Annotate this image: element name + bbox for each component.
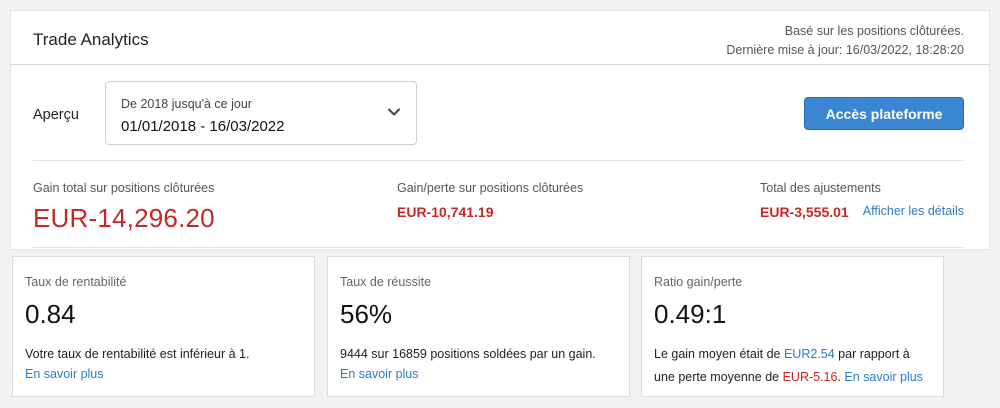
card-value: 56% xyxy=(340,299,393,329)
pl-value: EUR-10,741.19 xyxy=(397,204,494,220)
overview-label: Aperçu xyxy=(33,107,79,123)
card-label: Ratio gain/perte xyxy=(654,275,743,289)
update-meta: Basé sur les positions clôturées. Derniè… xyxy=(726,22,964,60)
card-description: Votre taux de rentabilité est inférieur … xyxy=(25,347,250,361)
card-value: 0.49:1 xyxy=(654,299,727,329)
platform-access-button[interactable]: Accès plateforme xyxy=(804,97,964,130)
profitability-card: Taux de rentabilité 0.84 Votre taux de r… xyxy=(12,256,315,397)
card-description: Le gain moyen était de EUR2.54 par rappo… xyxy=(654,343,944,389)
learn-more-link[interactable]: En savoir plus xyxy=(25,367,104,381)
card-label: Taux de rentabilité xyxy=(25,275,127,289)
card-description: 9444 sur 16859 positions soldées par un … xyxy=(340,347,596,361)
show-details-link[interactable]: Afficher les détails xyxy=(863,204,964,218)
page-title: Trade Analytics xyxy=(33,30,149,49)
card-value: 0.84 xyxy=(25,299,76,329)
divider xyxy=(33,160,964,161)
based-on-text: Basé sur les positions clôturées. xyxy=(784,24,964,38)
adjustments-value: EUR-3,555.01 xyxy=(760,204,849,220)
desc-text: une perte moyenne de xyxy=(654,370,783,384)
chevron-down-icon xyxy=(388,108,400,116)
learn-more-link[interactable]: En savoir plus xyxy=(844,370,923,384)
range-value: 01/01/2018 - 16/03/2022 xyxy=(121,118,285,135)
learn-more-link[interactable]: En savoir plus xyxy=(340,367,419,381)
pl-label: Gain/perte sur positions clôturées xyxy=(397,181,584,195)
card-label: Taux de réussite xyxy=(340,275,432,289)
desc-text: par rapport à xyxy=(834,347,910,361)
gain-loss-ratio-card: Ratio gain/perte 0.49:1 Le gain moyen ét… xyxy=(641,256,944,397)
desc-text: Le gain moyen était de xyxy=(654,347,784,361)
range-caption: De 2018 jusqu'à ce jour xyxy=(121,97,252,111)
total-gain-value: EUR-14,296.20 xyxy=(33,203,215,233)
total-gain-label: Gain total sur positions clôturées xyxy=(33,181,215,195)
success-rate-card: Taux de réussite 56% 9444 sur 16859 posi… xyxy=(327,256,630,397)
trade-analytics-panel: Trade Analytics Basé sur les positions c… xyxy=(10,10,990,250)
avg-gain-value: EUR2.54 xyxy=(783,347,835,361)
panel-header: Trade Analytics Basé sur les positions c… xyxy=(11,11,989,65)
date-range-select[interactable]: De 2018 jusqu'à ce jour 01/01/2018 - 16/… xyxy=(105,81,417,145)
divider xyxy=(33,247,964,248)
avg-loss-value: EUR-5.16 xyxy=(782,370,838,384)
last-update-text: Dernière mise à jour: 16/03/2022, 18:28:… xyxy=(726,43,964,57)
adjustments-label: Total des ajustements xyxy=(760,181,881,195)
